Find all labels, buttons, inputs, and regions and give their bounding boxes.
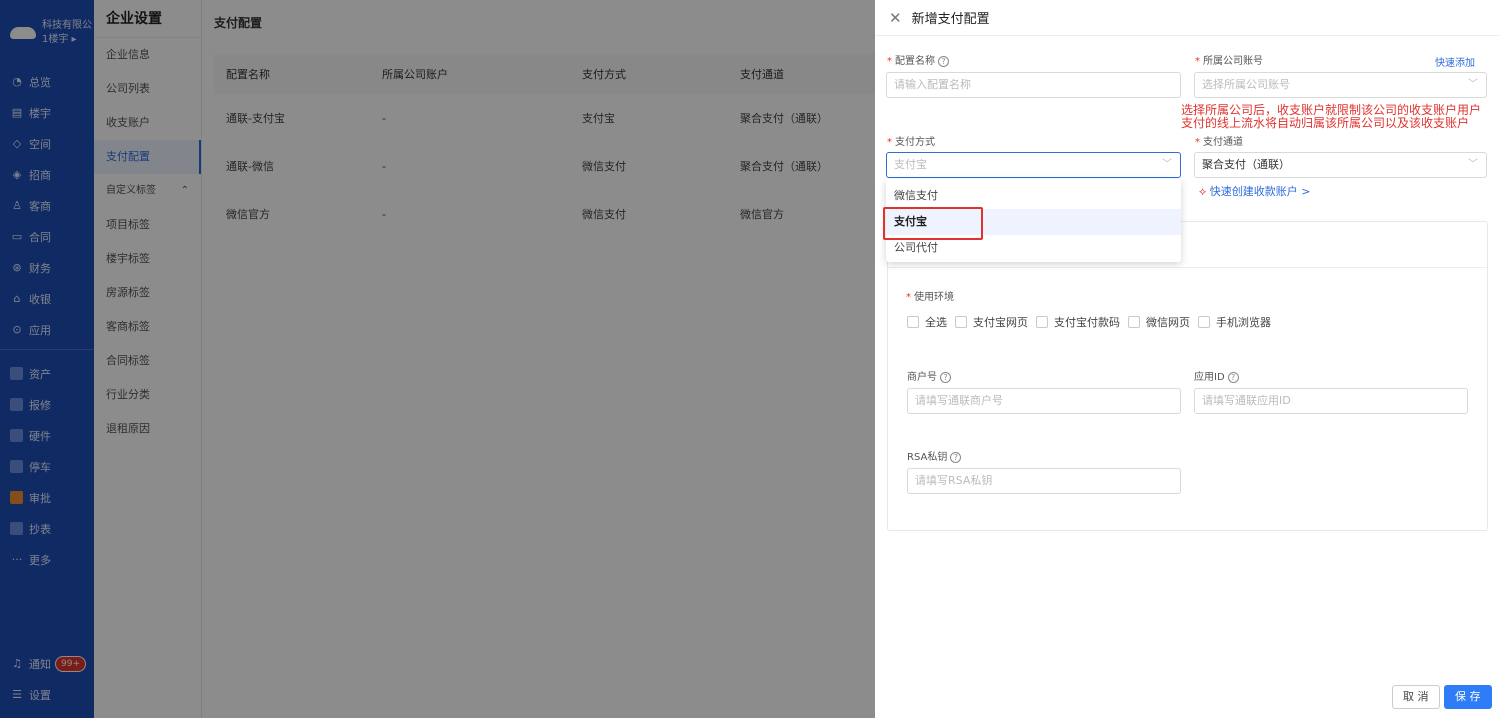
env-checkbox-alipay-code[interactable]	[1036, 316, 1048, 328]
channel-label: * 支付通道	[1195, 137, 1243, 148]
close-icon[interactable]: ✕	[889, 9, 902, 27]
appid-label: 应用ID?	[1194, 368, 1239, 383]
quick-create-account-link[interactable]: ⟡ 快速创建收款账户 >	[1199, 183, 1311, 199]
pay-method-label: * 支付方式	[887, 137, 935, 148]
chevron-down-icon: ﹀	[1162, 159, 1172, 170]
merchant-input[interactable]: 请填写通联商户号	[907, 388, 1181, 414]
company-warning: 选择所属公司后，收支账户就限制该公司的收支账户用户 支付的线上流水将自动归属该所…	[1181, 103, 1482, 130]
save-button[interactable]: 保 存	[1444, 685, 1492, 709]
drawer-title: 新增支付配置	[911, 12, 990, 27]
channel-select[interactable]: 聚合支付（通联） ﹀	[1194, 152, 1487, 178]
quick-add-link[interactable]: 快速添加	[1435, 54, 1475, 69]
cancel-button[interactable]: 取 消	[1392, 685, 1440, 709]
rsa-label: RSA私钥?	[907, 448, 962, 463]
company-label: * 所属公司账号	[1195, 56, 1263, 67]
help-icon[interactable]: ?	[1227, 372, 1239, 383]
help-icon[interactable]: ?	[938, 56, 949, 67]
rsa-input[interactable]: 请填写RSA私钥	[907, 468, 1181, 494]
chevron-down-icon: ﹀	[1468, 79, 1478, 90]
env-checkbox-all[interactable]	[907, 316, 919, 328]
env-checkbox-group: 全选 支付宝网页 支付宝付款码 微信网页 手机浏览器	[907, 314, 1279, 330]
chevron-down-icon: ﹀	[1468, 159, 1478, 170]
company-select[interactable]: 选择所属公司账号 ﹀	[1194, 72, 1487, 98]
flame-icon: ⟡	[1199, 185, 1207, 198]
env-label: * 使用环境	[906, 292, 954, 303]
env-checkbox-mobile-browser[interactable]	[1198, 316, 1210, 328]
highlight-box	[883, 207, 983, 240]
pay-method-select[interactable]: 支付宝 ﹀	[886, 152, 1181, 178]
option-wechat-pay[interactable]: 微信支付	[886, 183, 1181, 209]
drawer-header: ✕ 新增支付配置	[875, 0, 1500, 36]
merchant-label: 商户号?	[907, 368, 951, 383]
env-checkbox-wechat-web[interactable]	[1128, 316, 1140, 328]
config-name-input[interactable]: 请输入配置名称	[886, 72, 1181, 98]
config-name-label: * 配置名称?	[887, 52, 949, 67]
modal-mask[interactable]	[0, 0, 875, 718]
add-payment-drawer: ✕ 新增支付配置 * 配置名称? 请输入配置名称 * 所属公司账号 快速添加 选择所…	[875, 0, 1500, 718]
help-icon[interactable]: ?	[950, 452, 962, 463]
env-checkbox-alipay-web[interactable]	[955, 316, 967, 328]
help-icon[interactable]: ?	[940, 372, 951, 383]
appid-input[interactable]: 请填写通联应用ID	[1194, 388, 1468, 414]
